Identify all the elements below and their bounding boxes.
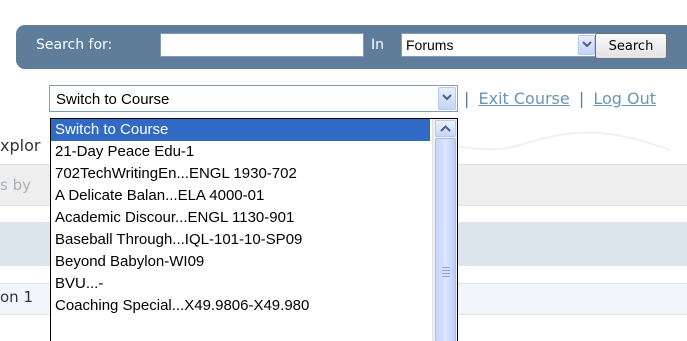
course-option[interactable]: Academic Discour...ENGL 1130-901: [51, 207, 430, 229]
scroll-grip: [442, 270, 450, 271]
chevron-up-icon[interactable]: [435, 120, 456, 137]
search-label: Search for:: [36, 37, 113, 53]
course-option[interactable]: 702TechWritingEn...ENGL 1930-702: [51, 163, 430, 185]
scroll-grip: [442, 267, 450, 268]
chevron-down-icon[interactable]: [438, 87, 456, 110]
course-option[interactable]: Baseball Through...IQL-101-10-SP09: [51, 229, 430, 251]
search-input[interactable]: [160, 33, 364, 57]
course-option[interactable]: A Delicate Balan...ELA 4000-01: [51, 185, 430, 207]
course-option[interactable]: Coaching Special...X49.9806-X49.980: [51, 295, 430, 317]
search-scope-value: Forums: [406, 37, 454, 53]
nav-separator: |: [464, 89, 470, 108]
course-switcher-select[interactable]: Switch to Course: [49, 85, 458, 112]
search-scope-select[interactable]: Forums: [401, 33, 597, 57]
row-label-fragment: on 1: [0, 288, 33, 306]
search-button[interactable]: Search: [595, 33, 667, 59]
scroll-grip: [442, 276, 450, 277]
page-title-fragment: xplor: [0, 136, 41, 155]
course-nav-links: | Exit Course | Log Out: [464, 89, 656, 108]
scrollbar-thumb[interactable]: [435, 138, 456, 341]
search-in-label: In: [371, 37, 385, 53]
chevron-down-icon[interactable]: [578, 35, 595, 55]
course-option[interactable]: BVU...-: [51, 273, 430, 295]
course-option[interactable]: 21-Day Peace Edu-1: [51, 141, 430, 163]
scroll-grip: [442, 273, 450, 274]
search-bar: Search for: In Forums Search: [16, 25, 687, 69]
nav-separator: |: [578, 89, 585, 108]
course-dropdown-list: Switch to Course 21-Day Peace Edu-1 702T…: [50, 118, 458, 341]
course-option[interactable]: Beyond Babylon-WI09: [51, 251, 430, 273]
dropdown-scrollbar[interactable]: [432, 119, 457, 341]
toolbar-label-fragment: s by: [0, 176, 31, 194]
log-out-link[interactable]: Log Out: [593, 89, 656, 108]
course-option[interactable]: Switch to Course: [51, 119, 430, 141]
course-switcher-value: Switch to Course: [56, 91, 170, 108]
exit-course-link[interactable]: Exit Course: [478, 89, 569, 108]
